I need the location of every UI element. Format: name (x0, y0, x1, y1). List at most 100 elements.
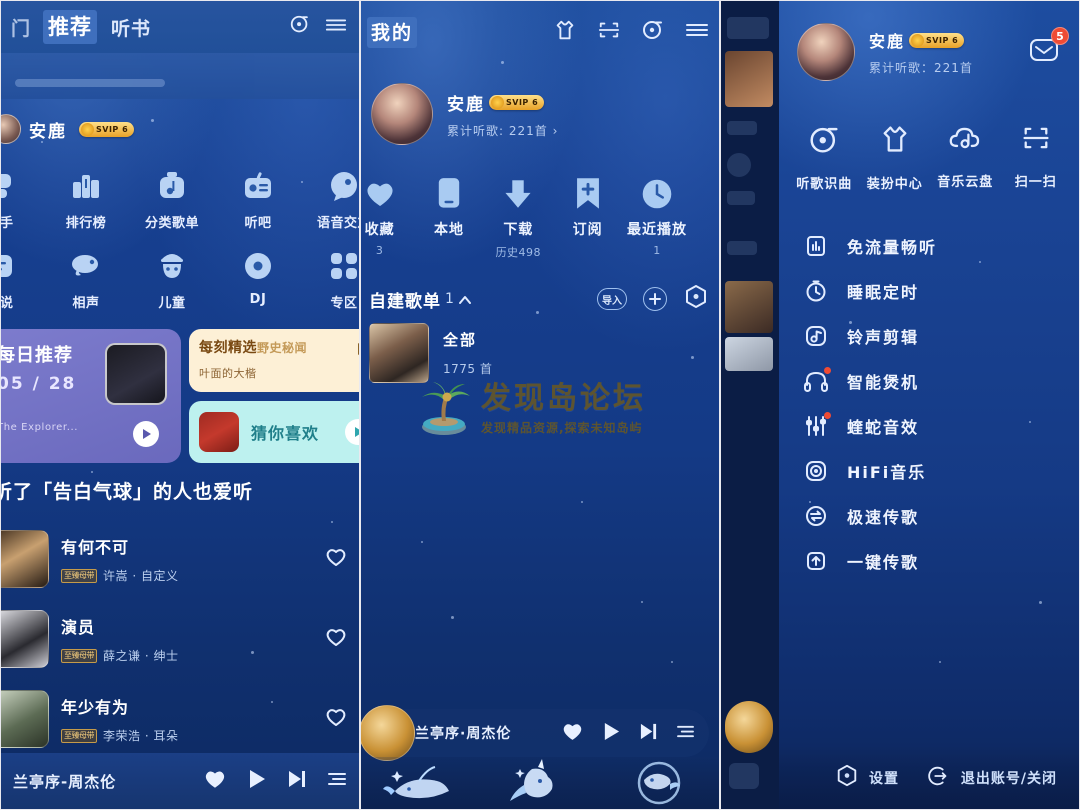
quick-more-cut[interactable] (692, 173, 719, 260)
menu-label: 智能煲机 (847, 372, 920, 392)
avatar[interactable] (797, 23, 855, 81)
settings-hex-icon[interactable] (683, 284, 709, 314)
mini-player[interactable]: 兰亭序·周杰伦 (361, 705, 709, 761)
tool-label: 音乐云盘 (937, 175, 994, 190)
tool-scan[interactable]: 扫一扫 (1001, 123, 1072, 192)
crown-icon (491, 95, 504, 109)
mic-record-icon[interactable] (289, 14, 311, 40)
tab-audiobook[interactable]: 听书 (111, 14, 151, 41)
section-heading: 听了「告白气球」的人也爱听 (0, 481, 254, 503)
vip-badge[interactable]: SVIP 6 (909, 32, 965, 48)
avatar[interactable] (1, 114, 21, 144)
tool-cloud-disk[interactable]: 音乐云盘 (930, 123, 1001, 192)
scan-icon[interactable] (597, 19, 621, 45)
playlist-queue-icon[interactable] (327, 771, 347, 791)
cream-card-tag: 野史秘闻 (257, 341, 308, 355)
panel1-user-row[interactable]: 安鹿 SVIP 6 (1, 105, 359, 153)
playlist-queue-icon[interactable] (676, 724, 695, 743)
vip-badge[interactable]: SVIP 6 (489, 94, 545, 110)
category-crosstalk[interactable]: 相声 (43, 239, 129, 311)
favorite-icon[interactable] (325, 547, 347, 571)
guess-you-like-card[interactable]: 猜你喜欢 (189, 401, 359, 463)
guess-card-cover (199, 412, 239, 452)
panel-drawer-menu: 安鹿 SVIP 6 累计听歌：221首 5 听歌识曲 装扮中心 音乐云盘 扫一扫… (720, 0, 1080, 810)
playlist-cover (369, 323, 429, 383)
category-rank[interactable]: 排行榜 (43, 159, 129, 231)
favorite-filled-icon[interactable] (561, 721, 584, 746)
favorite-icon[interactable] (325, 707, 347, 731)
tab-0[interactable]: 门 (11, 14, 29, 41)
category-radio[interactable]: 听吧 (215, 159, 301, 231)
messages-button[interactable]: 5 (1027, 27, 1069, 69)
palm-island-icon (413, 379, 475, 441)
import-button[interactable]: 导入 (597, 288, 627, 310)
profile-row[interactable]: 安鹿 SVIP 6 累计听歌: 221首 › (371, 83, 709, 145)
list-item[interactable]: 演员 至臻母带 薛之谦 · 绅士 (1, 599, 359, 679)
chevron-up-icon[interactable] (458, 290, 472, 309)
quick-recent[interactable]: 最近播放 1 (622, 173, 691, 260)
list-item[interactable]: 年少有为 至臻母带 李荣浩 · 耳朵 (1, 679, 359, 759)
list-item[interactable]: 有何不可 至臻母带 许嵩 · 自定义 (1, 519, 359, 599)
category-zone[interactable]: 专区 (301, 239, 359, 311)
listening-stats[interactable]: 累计听歌: 221首 › (447, 122, 558, 139)
tool-skin-center[interactable]: 装扮中心 (860, 123, 931, 192)
song-artist: 薛之谦 · 绅士 (103, 649, 179, 663)
quality-badge: 至臻母带 (61, 648, 97, 663)
menu-item-ringtone-cut[interactable]: 铃声剪辑 (803, 313, 1065, 358)
quick-subscribe[interactable]: 订阅 (553, 173, 622, 260)
add-icon[interactable] (643, 287, 667, 311)
category-voice-chat[interactable]: 语音交友 (301, 159, 359, 231)
song-artist: 许嵩 · 自定义 (103, 569, 179, 583)
play-icon[interactable] (602, 721, 621, 746)
menu-icon[interactable] (325, 17, 347, 37)
play-icon[interactable] (247, 768, 267, 794)
quick-download[interactable]: 下载 历史498 (484, 173, 553, 260)
quick-favorites[interactable]: 收藏 3 (361, 173, 414, 260)
dimmed-background-strip[interactable] (721, 1, 779, 809)
tool-song-recognition[interactable]: 听歌识曲 (789, 123, 860, 192)
logout-button[interactable]: 退出账号/关闭 (927, 764, 1057, 792)
next-track-icon[interactable] (287, 769, 307, 793)
menu-label: 蝰蛇音效 (847, 417, 920, 437)
menu-icon[interactable] (685, 22, 709, 42)
menu-item-sleep-timer[interactable]: 睡眠定时 (803, 268, 1065, 313)
category-playlist[interactable]: 分类歌单 (129, 159, 215, 231)
selected-card[interactable]: 每刻精选野史秘闻 叶面的大楷 (189, 329, 359, 392)
list-item[interactable]: 全部 1775 首 (369, 323, 709, 383)
favorite-filled-icon[interactable] (203, 768, 227, 794)
favorite-icon[interactable] (325, 627, 347, 651)
tshirt-skin-icon[interactable] (553, 18, 577, 46)
category-singer[interactable]: 歌手 (1, 159, 43, 231)
menu-item-viper-effects[interactable]: 蝰蛇音效 (803, 403, 1065, 448)
category-label: 小说 (0, 296, 14, 311)
mini-player[interactable]: 兰亭序-周杰伦 (1, 753, 359, 809)
profile-row[interactable]: 安鹿 SVIP 6 累计听歌：221首 5 (797, 23, 1069, 81)
category-dj[interactable]: DJ (215, 239, 301, 311)
menu-item-one-key-transfer[interactable]: 一键传歌 (803, 538, 1065, 583)
quick-label: 下载 (503, 222, 534, 238)
quick-label: 本地 (433, 222, 464, 238)
settings-button[interactable]: 设置 (835, 764, 899, 792)
menu-item-fast-transfer[interactable]: 极速传歌 (803, 493, 1065, 538)
message-count-badge: 5 (1051, 27, 1069, 45)
avatar[interactable] (371, 83, 433, 145)
tab-recommend[interactable]: 推荐 (43, 10, 97, 44)
next-track-icon[interactable] (639, 722, 658, 745)
menu-item-burn-in[interactable]: 智能煲机 (803, 358, 1065, 403)
mic-record-icon[interactable] (641, 18, 665, 46)
tab-unicorn[interactable] (480, 757, 599, 809)
tab-fish-circle[interactable] (600, 757, 719, 809)
menu-label: HiFi音乐 (847, 462, 927, 482)
menu-item-hifi[interactable]: HiFi音乐 (803, 448, 1065, 493)
guess-card-play-button[interactable] (345, 419, 359, 445)
category-novel[interactable]: 小说 (0, 239, 43, 311)
category-kids[interactable]: 儿童 (129, 239, 215, 311)
daily-card-play-button[interactable] (133, 421, 159, 447)
daily-recommend-card[interactable]: 每日推荐 05 / 28 The Explorer... (1, 329, 181, 463)
notification-dot (824, 366, 831, 374)
tab-whale[interactable] (361, 757, 480, 809)
vip-badge[interactable]: SVIP 6 (79, 121, 135, 137)
menu-item-data-free[interactable]: 免流量畅听 (803, 223, 1065, 268)
quick-local[interactable]: 本地 (414, 173, 483, 260)
search-bar[interactable] (1, 53, 359, 99)
